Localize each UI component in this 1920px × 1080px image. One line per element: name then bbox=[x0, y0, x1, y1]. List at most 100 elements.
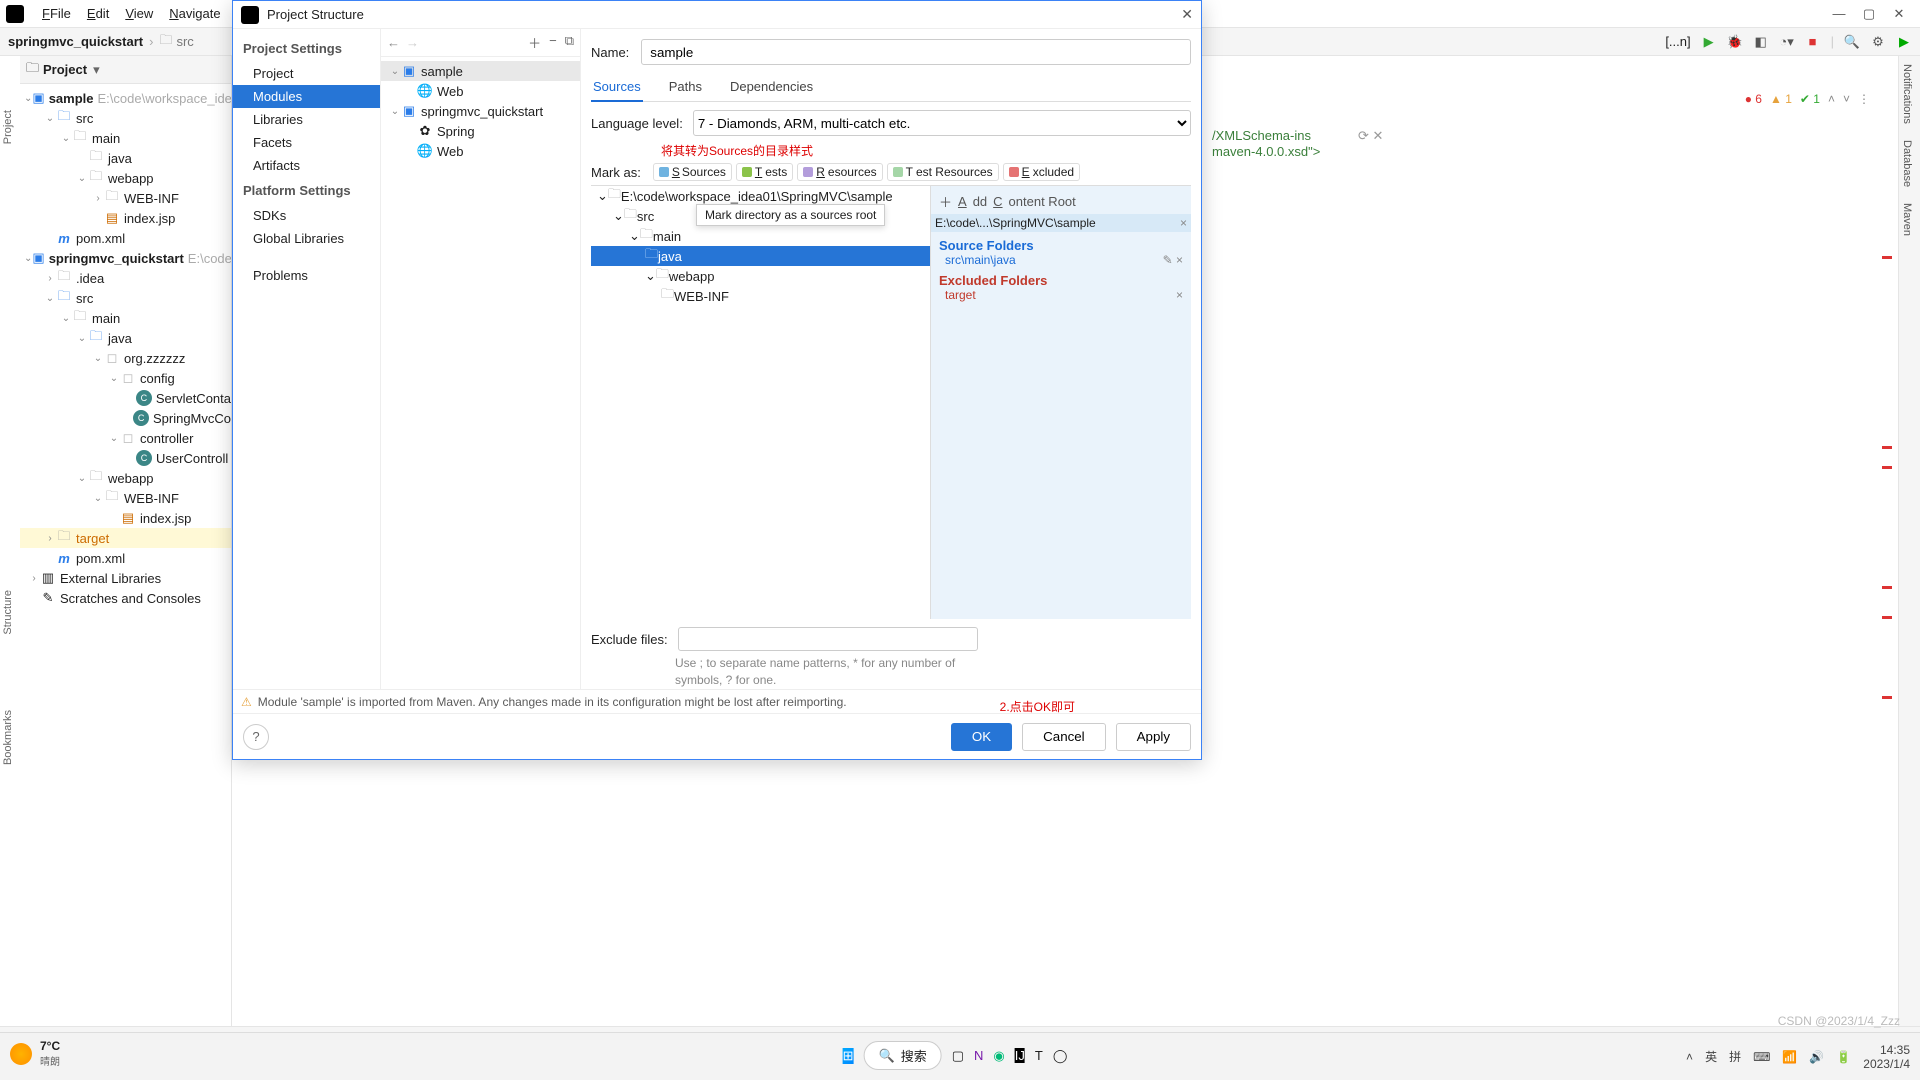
tray-chevron-icon[interactable]: ˄ bbox=[1686, 1050, 1693, 1064]
profile-icon[interactable]: ◔▾ bbox=[1779, 34, 1795, 50]
view-mode-dropdown-icon[interactable]: ▾ bbox=[93, 62, 100, 78]
clock-date[interactable]: 2023/1/4 bbox=[1863, 1057, 1910, 1071]
tree-row[interactable]: mpom.xml bbox=[20, 548, 231, 568]
mark-excluded[interactable]: Excluded bbox=[1003, 163, 1080, 181]
content-tree-row[interactable]: 🗀WEB-INF bbox=[591, 286, 930, 306]
excluded-folder-value[interactable]: target× bbox=[945, 288, 1183, 302]
tree-row[interactable]: mpom.xml bbox=[20, 228, 231, 248]
wifi-icon[interactable]: 📶 bbox=[1782, 1050, 1797, 1064]
mark-sources[interactable]: SSources bbox=[653, 163, 732, 181]
back-icon[interactable]: ← bbox=[387, 35, 400, 50]
tab-dependencies[interactable]: Dependencies bbox=[728, 75, 815, 101]
content-tree-row[interactable]: ⌄🗀main bbox=[591, 226, 930, 246]
tree-row[interactable]: CUserControll bbox=[20, 448, 231, 468]
tab-sources[interactable]: Sources bbox=[591, 75, 643, 102]
cat-project[interactable]: Project bbox=[233, 62, 380, 85]
tree-row[interactable]: ⌄◻controller bbox=[20, 428, 231, 448]
mark-test-resources[interactable]: Test Resources bbox=[887, 163, 999, 181]
battery-icon[interactable]: 🔋 bbox=[1836, 1050, 1851, 1064]
mark-tests[interactable]: Tests bbox=[736, 163, 793, 181]
remove-root-icon[interactable]: × bbox=[1180, 216, 1187, 230]
tree-row[interactable]: ›🗀.idea bbox=[20, 268, 231, 288]
module-tree-row[interactable]: 🌐Web bbox=[381, 81, 580, 101]
tree-row[interactable]: 🗀java bbox=[20, 148, 231, 168]
onenote-icon[interactable]: N bbox=[974, 1048, 983, 1063]
breadcrumb-src[interactable]: src bbox=[176, 34, 193, 49]
cat-facets[interactable]: Facets bbox=[233, 131, 380, 154]
language-level-select[interactable]: 7 - Diamonds, ARM, multi-catch etc. bbox=[693, 110, 1191, 136]
module-tree-row[interactable]: ⌄▣springmvc_quickstart bbox=[381, 101, 580, 121]
tab-paths[interactable]: Paths bbox=[667, 75, 704, 101]
tree-row[interactable]: ⌄🗀webapp bbox=[20, 168, 231, 188]
tree-row[interactable]: ⌄◻config bbox=[20, 368, 231, 388]
tree-row[interactable]: ⌄🗀webapp bbox=[20, 468, 231, 488]
coverage-icon[interactable]: ◧ bbox=[1753, 34, 1769, 50]
cat-sdks[interactable]: SDKs bbox=[233, 204, 380, 227]
menu-edit[interactable]: Edit bbox=[79, 4, 117, 23]
minimize-icon[interactable]: — bbox=[1832, 6, 1846, 22]
side-tab-database[interactable]: Database bbox=[1899, 132, 1915, 195]
more-icon[interactable]: ⋮ bbox=[1858, 92, 1870, 106]
clock-time[interactable]: 14:35 bbox=[1863, 1043, 1910, 1057]
content-root-tree[interactable]: ⌄🗀E:\code\workspace_idea01\SpringMVC\sam… bbox=[591, 186, 931, 619]
tree-row[interactable]: ⌄🗀main bbox=[20, 128, 231, 148]
ide-icon[interactable]: IJ bbox=[1015, 1048, 1025, 1063]
menu-file[interactable]: FFile bbox=[34, 4, 79, 23]
module-tree-row[interactable]: ✿Spring bbox=[381, 121, 580, 141]
copy-icon[interactable]: ⧉ bbox=[565, 33, 574, 52]
warn-badge[interactable]: ▲ 1 bbox=[1770, 92, 1792, 106]
tree-row[interactable]: ⌄◻org.zzzzzz bbox=[20, 348, 231, 368]
side-tab-notifications[interactable]: Notifications bbox=[1899, 56, 1915, 132]
maximize-icon[interactable]: ▢ bbox=[1862, 6, 1876, 22]
tree-row[interactable]: ⌄🗀src bbox=[20, 108, 231, 128]
module-tree-row[interactable]: 🌐Web bbox=[381, 141, 580, 161]
module-tree-row[interactable]: ⌄▣sample bbox=[381, 61, 580, 81]
ime-options-icon[interactable]: ⌨ bbox=[1753, 1050, 1770, 1064]
collapse-down-icon[interactable]: ˅ bbox=[1843, 92, 1850, 106]
tree-row[interactable]: ›🗀WEB-INF bbox=[20, 188, 231, 208]
dialog-close-icon[interactable]: ✕ bbox=[1181, 6, 1193, 23]
side-tab-maven[interactable]: Maven bbox=[1899, 195, 1915, 244]
cat-modules[interactable]: Modules bbox=[233, 85, 380, 108]
tree-row[interactable]: ⌄▣springmvc_quickstartE:\code bbox=[20, 248, 231, 268]
tree-row[interactable]: CSpringMvcCo bbox=[20, 408, 231, 428]
ime-mode[interactable]: 拼 bbox=[1729, 1048, 1741, 1065]
remove-icon[interactable]: − bbox=[549, 33, 557, 52]
error-badge[interactable]: ● 6 bbox=[1745, 92, 1762, 106]
tree-row[interactable]: ›🗀target bbox=[20, 528, 231, 548]
side-tab-bookmarks[interactable]: Bookmarks bbox=[2, 710, 14, 765]
text-icon[interactable]: T bbox=[1035, 1048, 1043, 1063]
cat-artifacts[interactable]: Artifacts bbox=[233, 154, 380, 177]
search-icon[interactable]: 🔍 bbox=[1844, 34, 1860, 50]
ime-lang[interactable]: 英 bbox=[1705, 1048, 1717, 1065]
side-tab-structure[interactable]: Structure bbox=[2, 590, 14, 635]
tree-row[interactable]: ▤index.jsp bbox=[20, 208, 231, 228]
collapse-up-icon[interactable]: ˄ bbox=[1828, 92, 1835, 106]
fwd-icon[interactable]: → bbox=[406, 35, 419, 50]
tree-row[interactable]: ▤index.jsp bbox=[20, 508, 231, 528]
tree-row[interactable]: ⌄🗀main bbox=[20, 308, 231, 328]
side-tab-project[interactable]: Project bbox=[2, 110, 14, 144]
source-folder-value[interactable]: src\main\java✎ × bbox=[945, 253, 1183, 267]
settings-icon[interactable]: ⚙ bbox=[1870, 34, 1886, 50]
cat-global-libs[interactable]: Global Libraries bbox=[233, 227, 380, 250]
breadcrumb-project[interactable]: springmvc_quickstart bbox=[8, 34, 143, 49]
debug-icon[interactable]: 🐞 bbox=[1727, 34, 1743, 50]
content-tree-row[interactable]: ⌄🗀webapp bbox=[591, 266, 930, 286]
tree-row[interactable]: ›▥External Libraries bbox=[20, 568, 231, 588]
apply-button[interactable]: Apply bbox=[1116, 723, 1191, 751]
volume-icon[interactable]: 🔊 bbox=[1809, 1050, 1824, 1064]
cancel-button[interactable]: Cancel bbox=[1022, 723, 1106, 751]
tree-row[interactable]: CServletConta bbox=[20, 388, 231, 408]
module-name-input[interactable] bbox=[641, 39, 1191, 65]
taskview-icon[interactable]: ▢ bbox=[952, 1048, 964, 1064]
edge-icon[interactable]: ◉ bbox=[993, 1048, 1004, 1064]
close-icon[interactable]: ✕ bbox=[1892, 6, 1906, 22]
tree-row[interactable]: ⌄▣sampleE:\code\workspace_ide bbox=[20, 88, 231, 108]
start-icon[interactable]: ⊞ bbox=[843, 1048, 854, 1064]
add-icon[interactable]: ＋ bbox=[528, 33, 541, 52]
tree-row[interactable]: ⌄🗀WEB-INF bbox=[20, 488, 231, 508]
tree-row[interactable]: ⌄🗀java bbox=[20, 328, 231, 348]
cat-libraries[interactable]: Libraries bbox=[233, 108, 380, 131]
ok-button[interactable]: OK bbox=[951, 723, 1012, 751]
